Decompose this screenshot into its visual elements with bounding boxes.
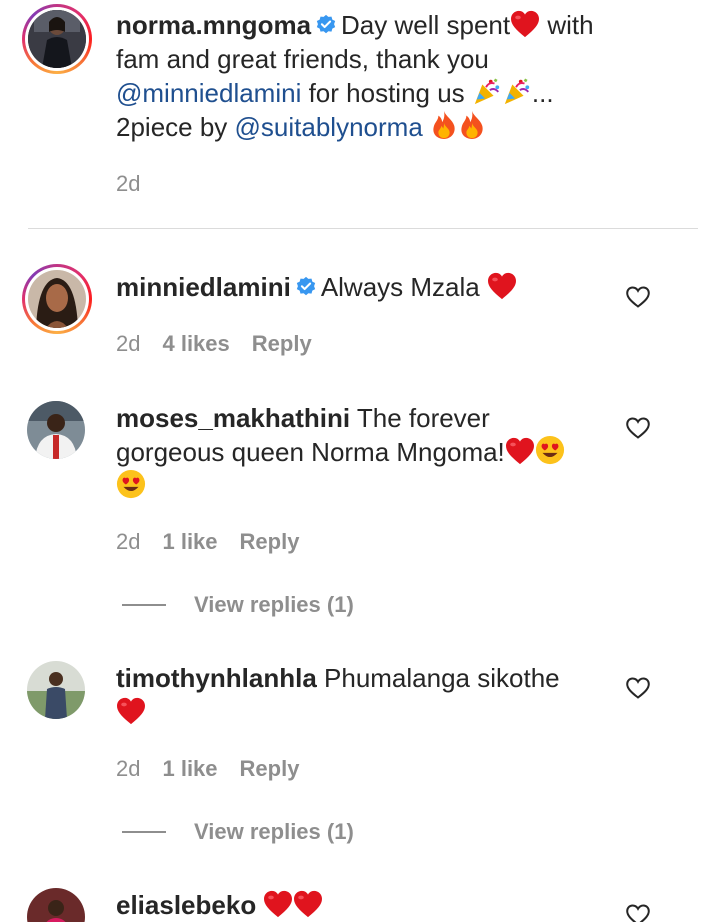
avatar-eliaslebeko[interactable]: [27, 888, 85, 922]
caption-text-part: for hosting us: [301, 78, 472, 108]
view-replies-line: [122, 831, 166, 833]
party-popper-emoji-icon: [502, 76, 532, 106]
timestamp: 2d: [116, 171, 141, 196]
mention-link[interactable]: @suitablynorma: [235, 112, 423, 142]
like-heart-icon[interactable]: [626, 417, 650, 439]
reply-button[interactable]: Reply: [252, 331, 312, 357]
caption-text-part: Day well spent: [341, 10, 511, 40]
comment-text: eliaslebeko: [116, 888, 616, 922]
likes-count[interactable]: 1 like: [162, 756, 217, 782]
caption-text: norma.mngoma Day well spent with fam and …: [116, 8, 636, 144]
comment-meta: 2d 1 like Reply: [116, 756, 299, 782]
caption-username[interactable]: norma.mngoma: [116, 10, 311, 40]
red-heart-emoji-icon: [510, 10, 540, 38]
red-heart-emoji-icon: [263, 890, 293, 918]
comment-body: Phumalanga sikothe: [324, 663, 560, 693]
comment-meta: 2d 1 like Reply: [116, 529, 299, 555]
like-heart-icon[interactable]: [626, 286, 650, 308]
avatar-timothynhlanhla[interactable]: [27, 661, 85, 719]
fire-emoji-icon: [458, 110, 486, 140]
comment-body: Always Mzala: [320, 272, 480, 302]
red-heart-emoji-icon: [487, 272, 517, 300]
red-heart-emoji-icon: [293, 890, 323, 918]
comment-username[interactable]: timothynhlanhla: [116, 663, 317, 693]
comment-username[interactable]: moses_makhathini: [116, 403, 350, 433]
party-popper-emoji-icon: [472, 76, 502, 106]
heart-eyes-emoji-icon: [535, 435, 565, 465]
verified-icon: [315, 14, 337, 36]
story-ring: [22, 4, 92, 74]
story-ring: [22, 264, 92, 334]
view-replies-label[interactable]: View replies (1): [194, 819, 354, 845]
timestamp: 2d: [116, 331, 141, 356]
reply-button[interactable]: Reply: [240, 756, 300, 782]
reply-button[interactable]: Reply: [240, 529, 300, 555]
comment-username[interactable]: eliaslebeko: [116, 890, 256, 920]
heart-eyes-emoji-icon: [116, 469, 146, 499]
avatar-moses-makhathini[interactable]: [27, 401, 85, 459]
caption-ellipsis: ...: [531, 78, 554, 108]
red-heart-emoji-icon: [505, 437, 535, 465]
likes-count[interactable]: 4 likes: [162, 331, 229, 357]
comment-username[interactable]: minniedlamini: [116, 272, 291, 302]
fire-emoji-icon: [430, 110, 458, 140]
mention-link[interactable]: @minniedlamini: [116, 78, 301, 108]
view-replies-button[interactable]: View replies (1): [122, 592, 354, 618]
comment-text: minniedlamini Always Mzala: [116, 270, 616, 304]
comment-meta: 2d 4 likes Reply: [116, 331, 312, 357]
comment-text: timothynhlanhla Phumalanga sikothe: [116, 661, 616, 729]
avatar-norma-mngoma[interactable]: [28, 10, 86, 68]
view-replies-button[interactable]: View replies (1): [122, 819, 354, 845]
divider: [28, 228, 698, 229]
avatar-minniedlamini[interactable]: [28, 270, 86, 328]
red-heart-emoji-icon: [116, 697, 146, 725]
caption-text-part: 2piece by: [116, 112, 235, 142]
like-heart-icon[interactable]: [626, 677, 650, 699]
timestamp: 2d: [116, 756, 141, 781]
timestamp: 2d: [116, 529, 141, 554]
likes-count[interactable]: 1 like: [162, 529, 217, 555]
view-replies-label[interactable]: View replies (1): [194, 592, 354, 618]
caption-meta: 2d: [116, 171, 140, 197]
comment-text: moses_makhathini The forever gorgeous qu…: [116, 401, 596, 503]
like-heart-icon[interactable]: [626, 904, 650, 922]
view-replies-line: [122, 604, 166, 606]
verified-icon: [295, 276, 317, 298]
